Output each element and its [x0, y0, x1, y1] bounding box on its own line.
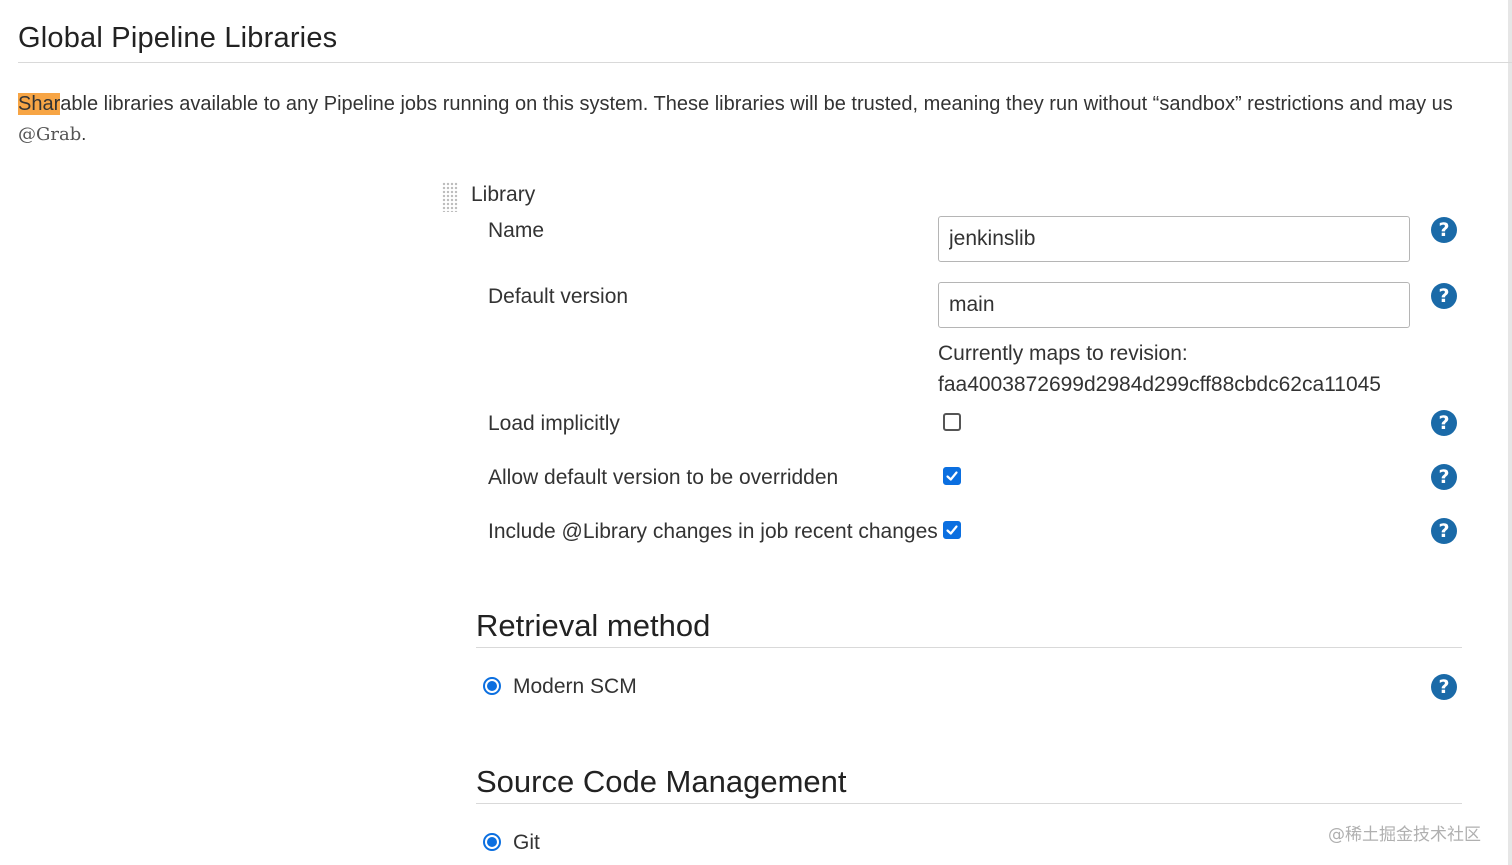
grab-code: @Grab: [18, 124, 82, 145]
name-label: Name: [488, 219, 545, 242]
scm-divider: [476, 803, 1462, 804]
scm-title: Source Code Management: [476, 764, 847, 799]
description-text: able libraries available to any Pipeline…: [60, 93, 1453, 115]
load-implicitly-checkbox[interactable]: [943, 413, 961, 431]
page-description: Sharable libraries available to any Pipe…: [18, 90, 1512, 118]
allow-override-checkbox[interactable]: [943, 467, 961, 485]
grab-suffix: .: [81, 124, 87, 144]
grab-code-line: @Grab.: [18, 124, 86, 145]
default-version-help-icon[interactable]: ?: [1431, 283, 1457, 309]
retrieval-divider: [476, 647, 1462, 648]
name-input[interactable]: [938, 216, 1410, 262]
allow-override-label: Allow default version to be overridden: [488, 466, 839, 489]
scrollbar-edge: [1508, 0, 1512, 865]
include-changes-checkbox[interactable]: [943, 521, 961, 539]
include-changes-help-icon[interactable]: ?: [1431, 518, 1457, 544]
library-header: Library: [471, 183, 536, 206]
checkmark-icon: [946, 471, 958, 481]
name-help-icon[interactable]: ?: [1431, 217, 1457, 243]
retrieval-method-title: Retrieval method: [476, 608, 711, 643]
page-title: Global Pipeline Libraries: [18, 22, 338, 54]
checkmark-icon: [946, 525, 958, 535]
git-radio[interactable]: [483, 833, 501, 851]
default-version-label: Default version: [488, 285, 629, 308]
radio-dot: [487, 681, 497, 691]
revision-hash: faa4003872699d2984d299cff88cbdc62ca11045: [938, 373, 1381, 396]
git-label[interactable]: Git: [513, 831, 540, 855]
radio-dot: [487, 837, 497, 847]
load-implicitly-help-icon[interactable]: ?: [1431, 410, 1457, 436]
modern-scm-label[interactable]: Modern SCM: [513, 675, 637, 699]
allow-override-help-icon[interactable]: ?: [1431, 464, 1457, 490]
title-divider: [18, 62, 1512, 63]
watermark: @稀土掘金技术社区: [1328, 825, 1481, 845]
retrieval-help-icon[interactable]: ?: [1431, 674, 1457, 700]
load-implicitly-label: Load implicitly: [488, 412, 620, 435]
include-changes-label: Include @Library changes in job recent c…: [488, 520, 938, 543]
default-version-input[interactable]: [938, 282, 1410, 328]
modern-scm-radio[interactable]: [483, 677, 501, 695]
revision-info: Currently maps to revision: faa400387269…: [938, 338, 1381, 400]
revision-caption: Currently maps to revision:: [938, 342, 1188, 365]
search-highlight: Shar: [18, 93, 61, 115]
drag-handle-icon[interactable]: [442, 182, 458, 212]
